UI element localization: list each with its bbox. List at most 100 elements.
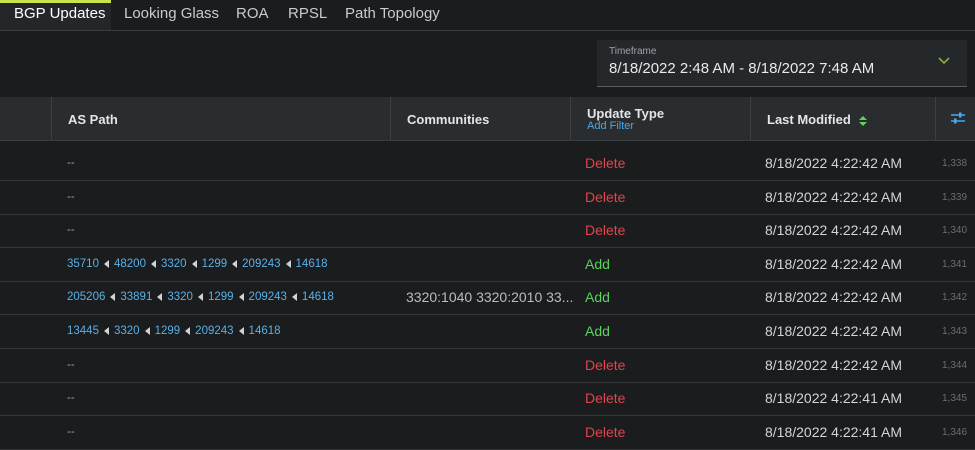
path-arrow-icon xyxy=(191,259,197,268)
chevron-down-icon[interactable] xyxy=(937,54,951,68)
as-path-cell: -- xyxy=(67,181,75,214)
path-arrow-icon xyxy=(103,327,109,335)
asn-link[interactable]: 209243 xyxy=(195,325,233,337)
path-arrow-icon xyxy=(150,259,156,268)
asn-link[interactable]: 1299 xyxy=(155,325,181,337)
asn-link[interactable]: 14618 xyxy=(296,258,328,270)
timeframe-label: Timeframe xyxy=(609,46,657,57)
asn-link[interactable]: 209243 xyxy=(249,291,287,303)
last-modified-cell: 8/18/2022 4:22:42 AM xyxy=(765,289,902,306)
empty-path-text: -- xyxy=(67,157,75,169)
table-row[interactable]: 35710 48200 3320 1299 209243 14618 Add 8/18/202… xyxy=(0,248,975,282)
last-modified-header-label: Last Modified xyxy=(767,112,851,127)
row-index: 1,342 xyxy=(942,292,968,304)
update-type-cell: Delete xyxy=(585,356,626,373)
asn-link[interactable]: 3320 xyxy=(167,291,193,303)
empty-path-text: -- xyxy=(67,392,75,405)
update-type-cell: Add xyxy=(585,323,610,339)
last-modified-cell: 8/18/2022 4:22:42 AM xyxy=(765,255,902,272)
path-arrow-icon xyxy=(144,327,150,335)
tab-roa[interactable]: ROA xyxy=(236,0,269,30)
row-index: 1,346 xyxy=(942,426,968,438)
as-path-header-label: AS Path xyxy=(68,112,118,127)
row-index: 1,341 xyxy=(942,258,968,270)
as-path-cell: -- xyxy=(67,416,75,449)
last-modified-header: Last Modified xyxy=(767,112,869,127)
table-row[interactable]: 205206 33891 3320 1299 209243 14618 3320:1040 … xyxy=(0,281,975,316)
communities-cell: 3320:1040 3320:2010 33... xyxy=(406,289,574,306)
update-type-cell: Delete xyxy=(585,155,626,171)
asn-link[interactable]: 33891 xyxy=(120,291,152,303)
column-settings[interactable] xyxy=(935,97,975,140)
sort-icon[interactable] xyxy=(857,115,869,127)
last-modified-cell: 8/18/2022 4:22:42 AM xyxy=(765,155,902,171)
asn-link[interactable]: 35710 xyxy=(67,258,99,270)
row-index: 1,343 xyxy=(942,326,968,337)
update-type-cell: Delete xyxy=(585,390,626,407)
update-type-header-label: Update Type xyxy=(587,106,665,121)
as-path-cell: -- xyxy=(67,214,75,247)
column-header-last-modified[interactable]: Last Modified xyxy=(750,97,935,140)
last-modified-cell: 8/18/2022 4:22:42 AM xyxy=(765,222,902,239)
table-row[interactable]: -- Delete 8/18/2022 4:22:41 AM 1,345 xyxy=(0,382,975,417)
empty-path-text: -- xyxy=(67,425,75,438)
column-header-as-path[interactable]: AS Path xyxy=(51,97,390,140)
asn-link[interactable]: 1299 xyxy=(208,291,234,303)
table-row[interactable]: -- Delete 8/18/2022 4:22:42 AM 1,339 xyxy=(0,181,975,215)
path-arrow-icon xyxy=(238,293,244,302)
last-modified-cell: 8/18/2022 4:22:42 AM xyxy=(765,323,902,339)
asn-link[interactable]: 205206 xyxy=(67,291,105,303)
tab-bgp-updates[interactable]: BGP Updates xyxy=(0,0,111,30)
as-path-cell: 205206 33891 3320 1299 209243 14618 xyxy=(67,281,334,314)
as-path-cell: 35710 48200 3320 1299 209243 14618 xyxy=(67,248,328,281)
timeframe-value: 8/18/2022 2:48 AM - 8/18/2022 7:48 AM xyxy=(609,60,875,77)
tab-looking-glass[interactable]: Looking Glass xyxy=(124,0,219,30)
asn-link[interactable]: 14618 xyxy=(249,325,281,337)
as-path-cell: -- xyxy=(67,147,75,180)
row-index: 1,344 xyxy=(942,359,968,371)
row-index: 1,338 xyxy=(942,158,968,169)
path-arrow-icon xyxy=(103,259,109,268)
path-arrow-icon xyxy=(185,327,191,335)
column-header-update-type[interactable]: Update Type Add Filter xyxy=(570,97,750,140)
path-arrow-icon xyxy=(232,259,238,268)
add-filter-link[interactable]: Add Filter xyxy=(587,120,634,132)
update-type-cell: Add xyxy=(585,289,610,306)
tab-path-topology[interactable]: Path Topology xyxy=(345,0,440,30)
empty-path-text: -- xyxy=(67,190,75,203)
timeframe-dropdown[interactable]: Timeframe 8/18/2022 2:48 AM - 8/18/2022 … xyxy=(597,40,967,87)
table-row[interactable]: -- Delete 8/18/2022 4:22:42 AM 1,338 xyxy=(0,147,975,181)
table-row[interactable]: -- Delete 8/18/2022 4:22:41 AM 1,346 xyxy=(0,416,975,450)
asn-link[interactable]: 3320 xyxy=(161,258,187,270)
asn-link[interactable]: 13445 xyxy=(67,325,99,337)
path-arrow-icon xyxy=(285,259,291,268)
asn-link[interactable]: 209243 xyxy=(242,258,280,270)
tab-bar: BGP Updates Looking Glass ROA RPSL Path … xyxy=(0,0,975,31)
table-row[interactable]: 13445 3320 1299 209243 14618 Add 8/18/2022 4:2… xyxy=(0,315,975,349)
as-path-cell: 13445 3320 1299 209243 14618 xyxy=(67,315,281,348)
asn-link[interactable]: 48200 xyxy=(114,258,146,270)
update-type-cell: Delete xyxy=(585,188,626,205)
update-type-cell: Add xyxy=(585,255,610,272)
path-arrow-icon xyxy=(197,293,203,302)
row-index: 1,340 xyxy=(942,225,968,237)
path-arrow-icon xyxy=(238,327,244,335)
as-path-cell: -- xyxy=(67,382,75,415)
empty-path-text: -- xyxy=(67,358,75,371)
asn-link[interactable]: 1299 xyxy=(202,258,228,270)
update-type-cell: Delete xyxy=(585,222,626,239)
table-row[interactable]: -- Delete 8/18/2022 4:22:42 AM 1,340 xyxy=(0,214,975,249)
column-header-communities[interactable]: Communities xyxy=(390,97,570,140)
path-arrow-icon xyxy=(110,293,116,302)
tab-rpsl[interactable]: RPSL xyxy=(288,0,327,30)
last-modified-cell: 8/18/2022 4:22:41 AM xyxy=(765,423,902,440)
asn-link[interactable]: 14618 xyxy=(302,291,334,303)
communities-header-label: Communities xyxy=(407,112,490,127)
last-modified-cell: 8/18/2022 4:22:42 AM xyxy=(765,188,902,205)
table-row[interactable]: -- Delete 8/18/2022 4:22:42 AM 1,344 xyxy=(0,349,975,383)
row-index: 1,339 xyxy=(942,191,968,203)
row-index: 1,345 xyxy=(942,393,968,405)
toolbar: Timeframe 8/18/2022 2:48 AM - 8/18/2022 … xyxy=(0,31,975,97)
asn-link[interactable]: 3320 xyxy=(114,325,140,337)
column-settings-icon[interactable] xyxy=(950,111,966,125)
